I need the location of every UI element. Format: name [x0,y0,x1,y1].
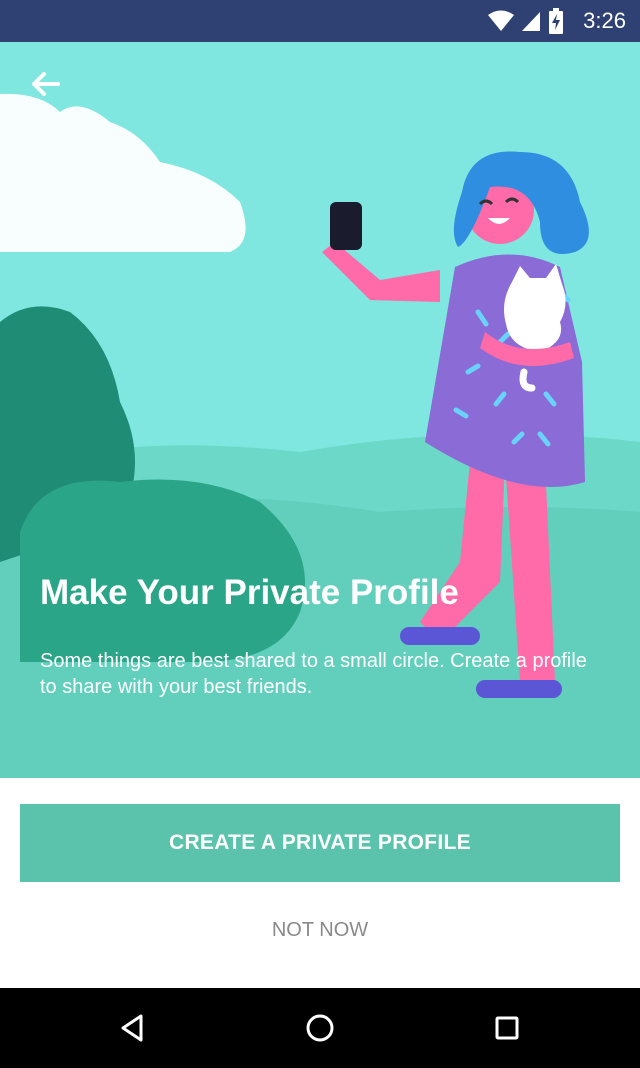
status-bar: 3:26 [0,0,640,42]
hero-illustration: Make Your Private Profile Some things ar… [0,42,640,778]
nav-home-button[interactable] [300,1008,340,1048]
arrow-left-icon [32,72,60,96]
create-private-profile-button[interactable]: CREATE A PRIVATE PROFILE [20,804,620,882]
cell-signal-icon [522,12,540,31]
bush-front [20,479,305,662]
phone [330,202,362,250]
battery-charging-icon [549,8,563,34]
system-navigation-bar [0,988,640,1068]
recents-square-icon [495,1016,519,1040]
back-triangle-icon [121,1014,143,1042]
status-icons [488,8,564,34]
nav-back-button[interactable] [113,1008,153,1048]
status-time: 3:26 [583,8,626,33]
action-area: CREATE A PRIVATE PROFILE NOT NOW [0,778,640,988]
nav-recents-button[interactable] [487,1008,527,1048]
not-now-button[interactable]: NOT NOW [0,912,640,948]
page-title: Make Your Private Profile [40,573,459,612]
wifi-icon [488,10,514,31]
page-description: Some things are best shared to a small c… [40,650,587,698]
home-circle-icon [306,1014,334,1042]
back-button[interactable] [24,66,68,102]
